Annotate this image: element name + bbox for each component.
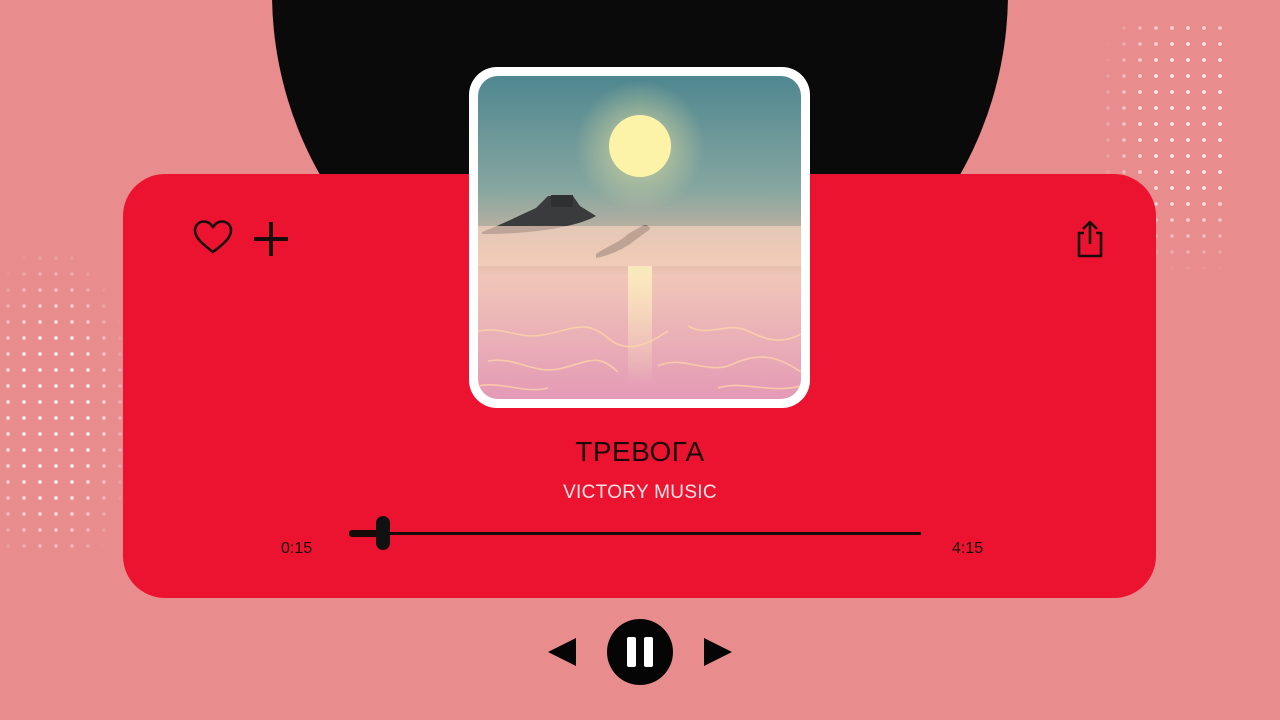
share-icon[interactable] (1072, 218, 1108, 260)
progress-bar[interactable] (349, 516, 921, 550)
pause-button[interactable] (607, 619, 673, 685)
previous-icon[interactable] (546, 636, 578, 668)
heart-icon[interactable] (193, 218, 233, 258)
track-title: ТРЕВОГА (575, 436, 705, 467)
current-time: 0:15 (281, 540, 313, 557)
progress-handle[interactable] (376, 516, 390, 550)
album-art-image (478, 76, 801, 399)
pause-icon (627, 637, 636, 667)
decorative-dot-pattern-left (0, 250, 130, 550)
pause-icon (644, 637, 653, 667)
track-artist: VICTORY MUSIC (563, 482, 717, 503)
add-plus-icon[interactable] (252, 220, 290, 258)
next-icon[interactable] (702, 636, 734, 668)
total-time: 4:15 (952, 540, 984, 557)
